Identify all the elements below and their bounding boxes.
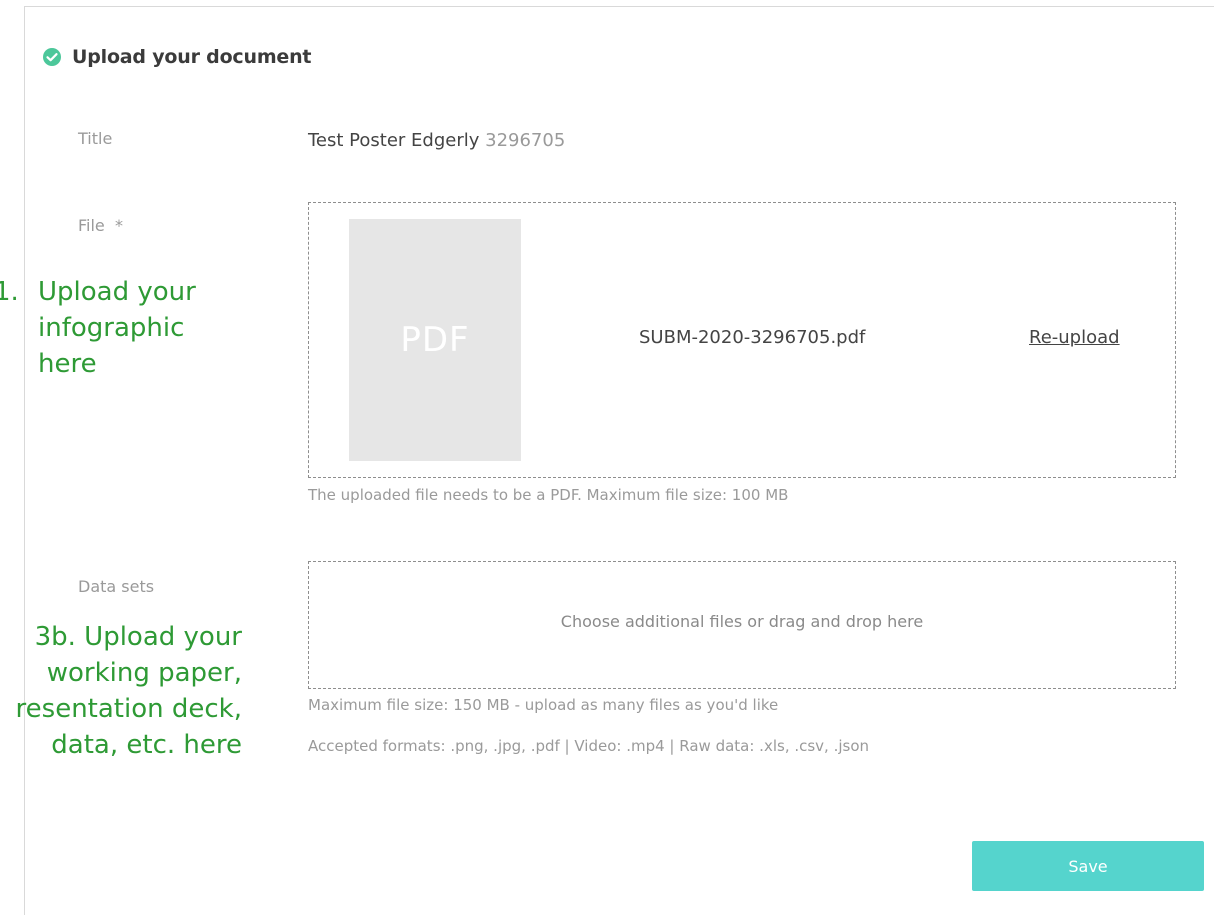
reupload-link[interactable]: Re-upload [1029,327,1120,348]
section-title: Upload your document [72,46,312,68]
title-label: Title [78,129,113,148]
data-sets-dropzone-text: Choose additional files or drag and drop… [560,611,924,631]
file-label: File * [78,216,123,235]
annotation-step-3b-line: resentation deck, [15,694,242,724]
annotation-step-3b-line: 3b. Upload your [34,622,242,652]
data-sets-size-hint: Maximum file size: 150 MB - upload as ma… [308,696,779,714]
file-dropzone[interactable]: PDF SUBM-2020-3296705.pdf Re-upload [308,202,1176,478]
title-id: 3296705 [485,130,566,151]
section-header: Upload your document [42,46,312,68]
annotation-step-1-line: Upload your [38,277,196,307]
file-hint: The uploaded file needs to be a PDF. Max… [308,486,789,504]
title-text: Test Poster Edgerly [308,130,480,151]
uploaded-file-name: SUBM-2020-3296705.pdf [639,327,866,348]
check-circle-icon [42,47,62,67]
title-value: Test Poster Edgerly 3296705 [308,130,565,151]
annotation-step-1-number: 1. [0,277,19,307]
pdf-thumbnail: PDF [349,219,521,461]
annotation-step-3b-line: data, etc. here [51,730,242,760]
data-sets-formats-hint: Accepted formats: .png, .jpg, .pdf | Vid… [308,737,870,755]
data-sets-label: Data sets [78,577,155,596]
data-sets-dropzone[interactable]: Choose additional files or drag and drop… [308,561,1176,689]
pdf-thumbnail-label: PDF [400,320,470,360]
upload-document-page: Upload your document Title Test Poster E… [0,0,1214,915]
annotation-step-1-line: infographic [38,313,185,343]
annotation-step-3b: 3b. Upload your working paper, resentati… [16,619,242,763]
annotation-step-1-line: here [38,349,97,379]
annotation-step-3b-line: working paper, [46,658,242,688]
annotation-step-1: 1. Upload your infographic here [0,274,196,382]
save-button[interactable]: Save [972,841,1204,891]
